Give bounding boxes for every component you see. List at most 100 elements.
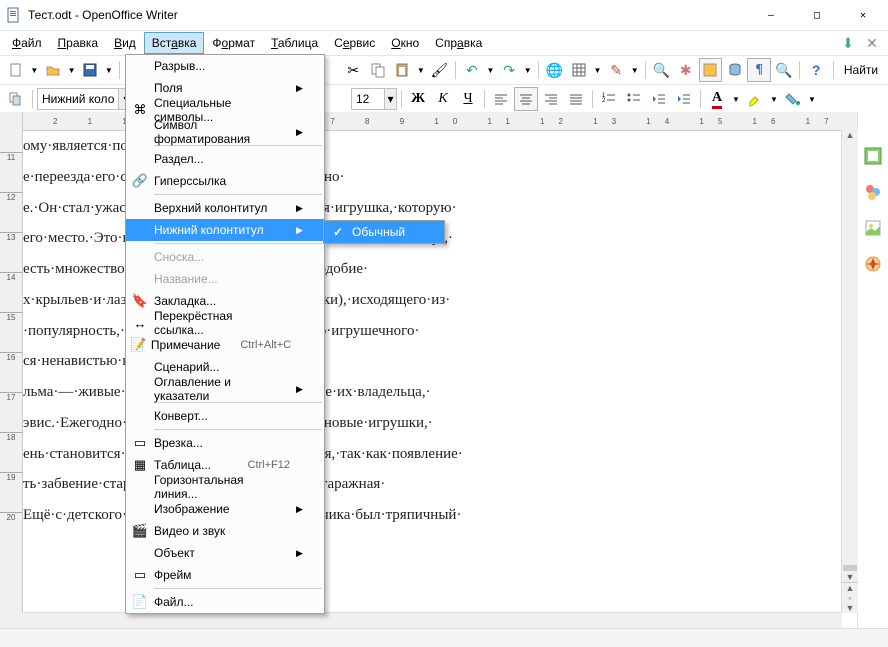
menu-item-icon: 📄	[126, 594, 154, 610]
menu-item-label: Фрейм	[154, 568, 296, 582]
font-color-button[interactable]: A	[705, 87, 729, 111]
bgcolor-button[interactable]	[781, 87, 805, 111]
menu-item-shortcut: Ctrl+F12	[248, 459, 297, 471]
new-dropdown[interactable]: ▼	[28, 58, 40, 82]
menu-item-icon: ↔	[126, 316, 154, 331]
menu-item[interactable]: ↔Перекрёстная ссылка...	[126, 312, 324, 334]
find-label[interactable]: Найти	[838, 63, 884, 77]
submenu-arrow-icon: ▶	[296, 127, 306, 138]
menu-format[interactable]: Формат	[204, 32, 263, 54]
submenu-item-default[interactable]: ✓ Обычный	[324, 221, 444, 243]
menu-table[interactable]: Таблица	[263, 32, 326, 54]
save-dropdown[interactable]: ▼	[103, 58, 115, 82]
menu-item[interactable]: Конверт...	[126, 405, 324, 427]
menu-item-label: Таблица...	[154, 458, 248, 472]
bgcolor-dropdown[interactable]: ▼	[806, 87, 818, 111]
save-button[interactable]	[79, 58, 102, 82]
highlight-dropdown[interactable]: ▼	[768, 87, 780, 111]
font-size-combo[interactable]: 12 ▾	[351, 88, 397, 110]
sidebar-navigator-icon[interactable]	[861, 252, 885, 276]
menu-item[interactable]: Объект▶	[126, 542, 324, 564]
menu-item-label: Перекрёстная ссылка...	[154, 309, 296, 337]
numbering-button[interactable]: 12	[597, 87, 621, 111]
hyperlink-button[interactable]: 🌐	[543, 58, 566, 82]
window-close-button[interactable]: ✕	[840, 0, 886, 30]
menu-tools[interactable]: Сервис	[326, 32, 383, 54]
gallery-button[interactable]	[699, 58, 722, 82]
italic-button[interactable]: К	[431, 87, 455, 111]
submenu-arrow-icon: ▶	[296, 504, 306, 515]
menu-item[interactable]: ▭Фрейм	[126, 564, 324, 586]
menu-item[interactable]: Оглавление и указатели▶	[126, 378, 324, 400]
redo-dropdown[interactable]: ▼	[522, 58, 534, 82]
sidebar-gallery-icon[interactable]	[861, 216, 885, 240]
paste-dropdown[interactable]: ▼	[415, 58, 427, 82]
menu-item[interactable]: 📝ПримечаниеCtrl+Alt+C	[126, 334, 324, 356]
paste-button[interactable]	[390, 58, 413, 82]
sidebar-styles-icon[interactable]	[861, 180, 885, 204]
menu-item[interactable]: Горизонтальная линия...	[126, 476, 324, 498]
drawing-button[interactable]: ✎	[604, 58, 627, 82]
align-right-button[interactable]	[539, 87, 563, 111]
bold-button[interactable]: Ж	[406, 87, 430, 111]
menu-item[interactable]: Символ форматирования▶	[126, 121, 324, 143]
redo-button[interactable]: ↷	[497, 58, 520, 82]
horizontal-scrollbar[interactable]	[22, 612, 842, 629]
menu-item-icon: 🔗	[126, 173, 154, 189]
menu-item[interactable]: 📄Файл...	[126, 591, 324, 613]
new-doc-button[interactable]	[4, 58, 27, 82]
menu-insert[interactable]: Вставка	[144, 32, 205, 54]
style-combo[interactable]: Нижний коло ▾	[37, 88, 139, 110]
menu-window[interactable]: Окно	[383, 32, 427, 54]
table-button[interactable]	[567, 58, 590, 82]
menu-item[interactable]: Изображение▶	[126, 498, 324, 520]
highlight-button[interactable]	[743, 87, 767, 111]
menu-edit[interactable]: Правка	[50, 32, 107, 54]
table-dropdown[interactable]: ▼	[592, 58, 604, 82]
menu-item[interactable]: 🎬Видео и звук	[126, 520, 324, 542]
sidebar-properties-icon[interactable]	[861, 144, 885, 168]
navigator-button[interactable]: ✱	[674, 58, 697, 82]
menu-file[interactable]: Файл	[4, 32, 50, 54]
window-maximize-button[interactable]: □	[794, 0, 840, 30]
open-dropdown[interactable]: ▼	[66, 58, 78, 82]
find-button[interactable]: 🔍	[650, 58, 673, 82]
font-color-dropdown[interactable]: ▼	[730, 87, 742, 111]
menu-item[interactable]: Нижний колонтитул▶	[126, 219, 324, 241]
undo-button[interactable]: ↶	[460, 58, 483, 82]
menu-item[interactable]: 🔗Гиперссылка	[126, 170, 324, 192]
zoom-button[interactable]: 🔍	[772, 58, 795, 82]
styles-button[interactable]	[4, 87, 28, 111]
drawing-dropdown[interactable]: ▼	[629, 58, 641, 82]
nonprinting-button[interactable]: ¶	[747, 58, 770, 82]
align-left-button[interactable]	[489, 87, 513, 111]
menu-item[interactable]: ▭Врезка...	[126, 432, 324, 454]
menu-item-label: Сценарий...	[154, 360, 296, 374]
menu-item-icon: 🔖	[126, 293, 154, 309]
underline-button[interactable]: Ч	[456, 87, 480, 111]
format-paintbrush-button[interactable]: 🖌	[428, 58, 451, 82]
align-center-button[interactable]	[514, 87, 538, 111]
help-button[interactable]: ?	[804, 58, 827, 82]
datasources-button[interactable]	[723, 58, 746, 82]
update-icon[interactable]: ⬇	[836, 31, 860, 55]
bullets-button[interactable]	[622, 87, 646, 111]
undo-dropdown[interactable]: ▼	[485, 58, 497, 82]
menu-item[interactable]: Разрыв...	[126, 55, 324, 77]
vertical-scrollbar[interactable]: ▲ ▼ ▲ ◦ ▼	[841, 130, 858, 613]
menu-item[interactable]: Раздел...	[126, 148, 324, 170]
cut-button[interactable]: ✂	[341, 58, 364, 82]
submenu-arrow-icon: ▶	[296, 384, 306, 395]
menu-item-label: Верхний колонтитул	[154, 201, 296, 215]
align-justify-button[interactable]	[564, 87, 588, 111]
close-doc-icon[interactable]: ✕	[860, 31, 884, 55]
window-minimize-button[interactable]: —	[748, 0, 794, 30]
menu-view[interactable]: Вид	[106, 32, 144, 54]
copy-button[interactable]	[366, 58, 389, 82]
increase-indent-button[interactable]	[672, 87, 696, 111]
menu-item-icon: ▭	[126, 435, 154, 451]
decrease-indent-button[interactable]	[647, 87, 671, 111]
menu-help[interactable]: Справка	[427, 32, 490, 54]
open-button[interactable]	[41, 58, 64, 82]
menu-item[interactable]: Верхний колонтитул▶	[126, 197, 324, 219]
